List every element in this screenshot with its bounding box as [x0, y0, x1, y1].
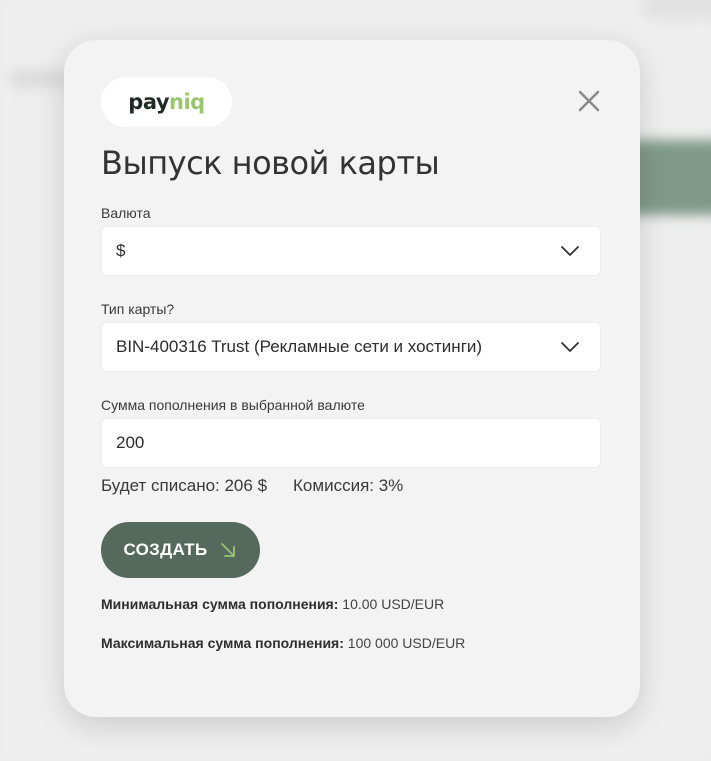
amount-field[interactable]: [101, 418, 601, 468]
min-limit-label: Минимальная сумма пополнения:: [101, 596, 339, 612]
close-icon: [578, 90, 600, 112]
modal-title: Выпуск новой карты: [101, 144, 440, 182]
currency-selected-value: $: [116, 241, 126, 260]
payniq-logo: pay niq: [101, 77, 232, 127]
payment-summary: Будет списано: 206 $ Комиссия: 3%: [101, 476, 403, 496]
max-limit-label: Максимальная сумма пополнения:: [101, 635, 344, 651]
max-limit: Максимальная сумма пополнения: 100 000 U…: [101, 635, 465, 651]
amount-label: Сумма пополнения в выбранной валюте: [101, 397, 365, 413]
close-button[interactable]: [576, 88, 602, 114]
new-card-modal: pay niq Выпуск новой карты Валюта $ Тип к…: [64, 40, 640, 717]
logo-text-niq: niq: [169, 90, 205, 114]
currency-label: Валюта: [101, 205, 151, 221]
card-type-label: Тип карты?: [101, 301, 175, 317]
arrow-down-right-icon: [221, 543, 236, 557]
currency-select[interactable]: $: [101, 226, 601, 276]
max-limit-value: 100 000 USD/EUR: [347, 635, 466, 651]
create-button[interactable]: СОЗДАТЬ: [101, 522, 260, 578]
charged-amount: Будет списано: 206 $: [101, 476, 268, 495]
chevron-down-icon: [561, 342, 579, 352]
commission-rate: Комиссия: 3%: [293, 476, 404, 495]
min-limit: Минимальная сумма пополнения: 10.00 USD/…: [101, 596, 444, 612]
chevron-down-icon: [561, 246, 579, 256]
min-limit-value: 10.00 USD/EUR: [342, 596, 445, 612]
background-element: [10, 70, 70, 88]
amount-input[interactable]: [116, 433, 586, 453]
create-button-label: СОЗДАТЬ: [123, 540, 208, 559]
background-element: [640, 0, 711, 20]
logo-text-pay: pay: [128, 90, 170, 114]
card-type-select[interactable]: BIN-400316 Trust (Рекламные сети и хости…: [101, 322, 601, 372]
card-type-selected-value: BIN-400316 Trust (Рекламные сети и хости…: [116, 337, 483, 356]
